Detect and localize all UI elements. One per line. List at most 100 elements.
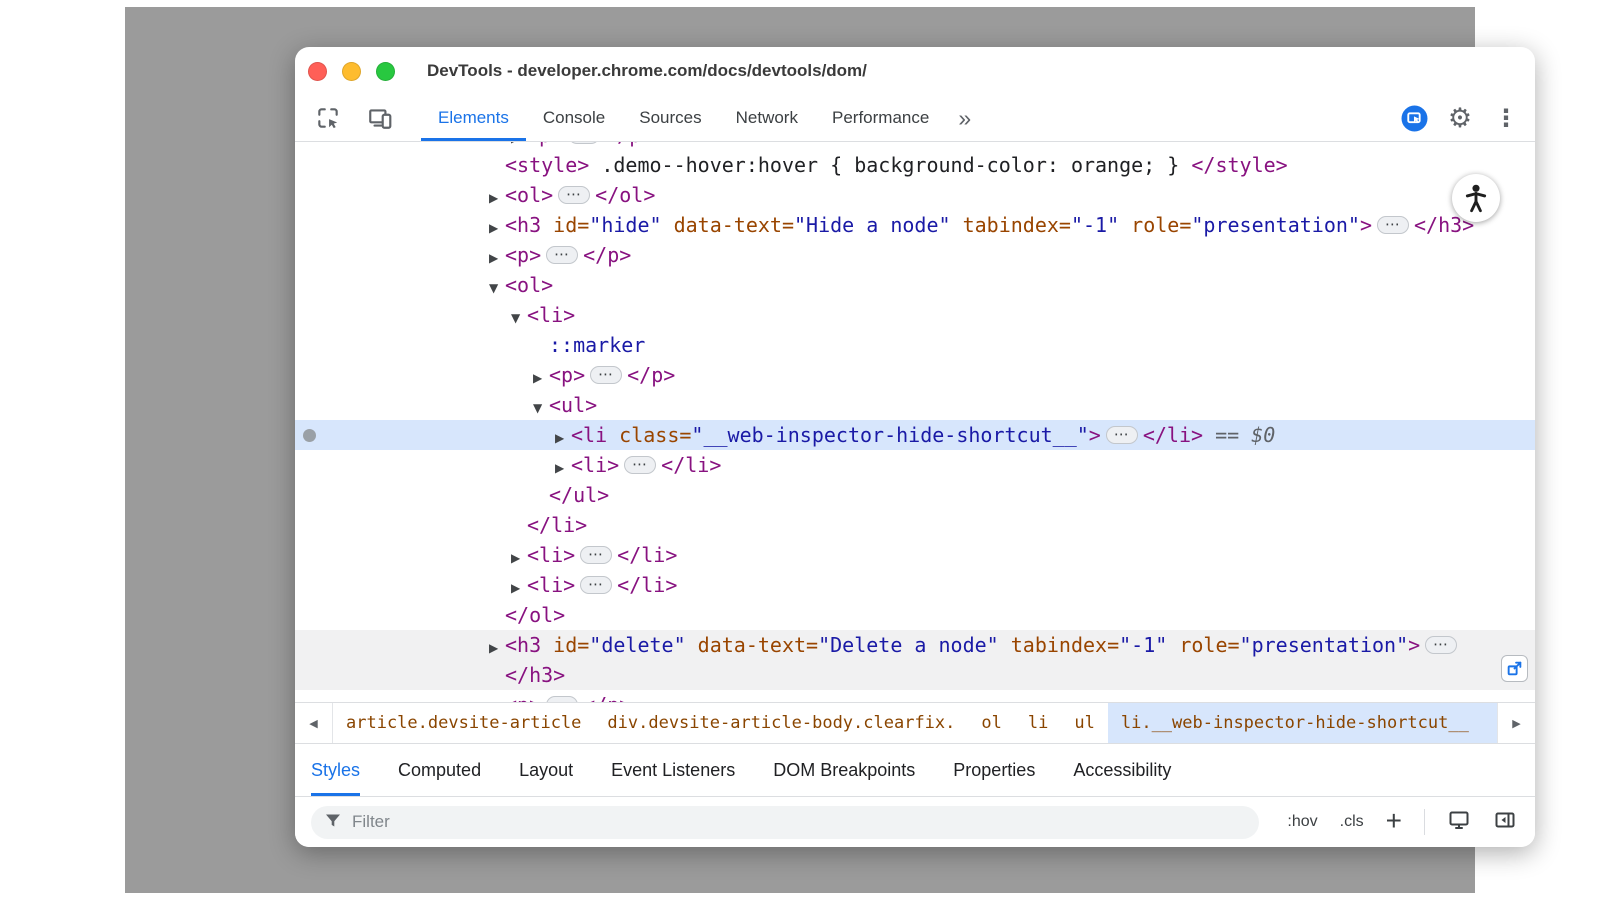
expand-children-ellipsis-button[interactable]: ⋯ bbox=[558, 186, 590, 204]
breadcrumb-item-li-web-inspector-hide-shortcut-[interactable]: li.__web-inspector-hide-shortcut__ bbox=[1108, 703, 1497, 743]
dom-tree-row[interactable]: ▼<ol> bbox=[295, 270, 1535, 300]
code-token-tag: </li> bbox=[617, 543, 677, 567]
expand-children-ellipsis-button[interactable]: ⋯ bbox=[1425, 636, 1457, 654]
breadcrumb-item-ol[interactable]: ol bbox=[968, 703, 1014, 743]
expand-children-ellipsis-button[interactable]: ⋯ bbox=[1377, 216, 1409, 234]
expand-children-ellipsis-button[interactable]: ⋯ bbox=[546, 246, 578, 264]
toggle-element-state-button[interactable]: :hov bbox=[1287, 813, 1317, 831]
dom-tree-row[interactable]: ▶<li>⋯</li> bbox=[295, 450, 1535, 480]
disclosure-expanded-icon[interactable]: ▼ bbox=[533, 393, 549, 423]
pop-out-overlay-icon[interactable] bbox=[1501, 655, 1528, 682]
breadcrumb-list: article.devsite-articlediv.devsite-artic… bbox=[333, 703, 1497, 743]
breadcrumb-scroll-right-icon[interactable]: ▶ bbox=[1497, 703, 1535, 743]
breadcrumb-item-li[interactable]: li bbox=[1015, 703, 1061, 743]
inspect-element-icon[interactable] bbox=[311, 101, 345, 135]
styles-filter-input[interactable] bbox=[352, 812, 1247, 832]
screencast-icon[interactable] bbox=[1397, 101, 1431, 135]
main-toolbar: ElementsConsoleSourcesNetworkPerformance… bbox=[295, 95, 1535, 142]
disclosure-collapsed-icon[interactable]: ▶ bbox=[511, 573, 527, 603]
settings-gear-icon[interactable]: ⚙ bbox=[1443, 101, 1477, 135]
dom-tree-row[interactable]: ▶<ol>⋯</ol> bbox=[295, 180, 1535, 210]
dom-tree-row[interactable]: ▶<p>⋯</p> bbox=[295, 142, 1535, 150]
tab-event-listeners[interactable]: Event Listeners bbox=[611, 744, 735, 796]
dom-tree-row[interactable]: </h3> bbox=[295, 660, 1535, 690]
close-button[interactable] bbox=[308, 62, 327, 81]
dom-tree-row[interactable]: ▼<ul> bbox=[295, 390, 1535, 420]
dom-tree-row[interactable]: ▶<li>⋯</li> bbox=[295, 540, 1535, 570]
disclosure-collapsed-icon[interactable]: ▶ bbox=[489, 693, 505, 702]
code-token-tag: </li> bbox=[661, 453, 721, 477]
code-token-tag: </li> bbox=[527, 513, 587, 537]
sidebar-tabs: Styles Computed Layout Event Listeners DOM B… bbox=[295, 744, 1535, 797]
expand-children-ellipsis-button[interactable]: ⋯ bbox=[1106, 426, 1138, 444]
disclosure-collapsed-icon[interactable]: ▶ bbox=[489, 633, 505, 663]
kebab-menu-icon[interactable]: ⋮ bbox=[1489, 101, 1523, 135]
dom-tree-row[interactable]: ▶<p>⋯</p> bbox=[295, 240, 1535, 270]
breadcrumb-item-article-devsite-article[interactable]: article.devsite-article bbox=[333, 703, 594, 743]
expand-children-ellipsis-button[interactable]: ⋯ bbox=[624, 456, 656, 474]
breadcrumb-item-ul[interactable]: ul bbox=[1061, 703, 1107, 743]
new-style-rule-button[interactable]: + bbox=[1386, 807, 1402, 835]
disclosure-collapsed-icon[interactable]: ▶ bbox=[489, 213, 505, 243]
dom-tree-row[interactable]: ▶<p>⋯</p> bbox=[295, 690, 1535, 702]
disclosure-collapsed-icon[interactable]: ▶ bbox=[489, 243, 505, 273]
dom-tree-row[interactable]: <style> .demo--hover:hover { background-… bbox=[295, 150, 1535, 180]
dom-tree-row[interactable]: ▶<p>⋯</p> bbox=[295, 360, 1535, 390]
styles-filter-bar: :hov .cls + bbox=[295, 797, 1535, 847]
code-token-tag: <h3 bbox=[505, 633, 541, 657]
disclosure-collapsed-icon[interactable]: ▶ bbox=[489, 183, 505, 213]
code-token-tag: </style> bbox=[1191, 153, 1287, 177]
code-token-pseudo: ::marker bbox=[549, 333, 645, 357]
tab-sources[interactable]: Sources bbox=[622, 95, 718, 141]
dom-tree-row[interactable]: ▶<li class="__web-inspector-hide-shortcu… bbox=[295, 420, 1535, 450]
breadcrumb-item-div-devsite-article-body-clearfix-[interactable]: div.devsite-article-body.clearfix. bbox=[594, 703, 968, 743]
tab-computed[interactable]: Computed bbox=[398, 744, 481, 796]
accessibility-person-icon[interactable] bbox=[1452, 174, 1500, 222]
window-title: DevTools - developer.chrome.com/docs/dev… bbox=[427, 61, 867, 81]
disclosure-expanded-icon[interactable]: ▼ bbox=[511, 303, 527, 333]
disclosure-collapsed-icon[interactable]: ▶ bbox=[555, 423, 571, 453]
tab-accessibility[interactable]: Accessibility bbox=[1073, 744, 1171, 796]
dom-tree-row[interactable]: </li> bbox=[295, 510, 1535, 540]
tab-styles[interactable]: Styles bbox=[311, 744, 360, 796]
expand-children-ellipsis-button[interactable]: ⋯ bbox=[580, 546, 612, 564]
code-token-tag: <h3 bbox=[505, 213, 541, 237]
dom-tree-row[interactable]: ▼<li> bbox=[295, 300, 1535, 330]
code-token-val: "-1" bbox=[1119, 633, 1167, 657]
minimize-button[interactable] bbox=[342, 62, 361, 81]
code-token-tag: > bbox=[1360, 213, 1372, 237]
dom-tree-row[interactable]: ▶<li>⋯</li> bbox=[295, 570, 1535, 600]
expand-children-ellipsis-button[interactable]: ⋯ bbox=[580, 576, 612, 594]
dom-tree-row[interactable]: </ul> bbox=[295, 480, 1535, 510]
tab-console[interactable]: Console bbox=[526, 95, 622, 141]
code-token-attr: data-text= bbox=[662, 213, 794, 237]
more-tabs-chevron-icon[interactable]: » bbox=[946, 95, 983, 141]
dom-tree-row[interactable]: ▶<h3 id="delete" data-text="Delete a nod… bbox=[295, 630, 1535, 660]
element-classes-button[interactable]: .cls bbox=[1340, 813, 1364, 831]
disclosure-expanded-icon[interactable]: ▼ bbox=[489, 273, 505, 303]
breadcrumb-scroll-left-icon[interactable]: ◀ bbox=[295, 703, 333, 743]
disclosure-collapsed-icon[interactable]: ▶ bbox=[511, 543, 527, 573]
tab-network[interactable]: Network bbox=[719, 95, 815, 141]
expand-children-ellipsis-button[interactable]: ⋯ bbox=[568, 142, 600, 144]
tab-layout[interactable]: Layout bbox=[519, 744, 573, 796]
devtools-window: DevTools - developer.chrome.com/docs/dev… bbox=[295, 47, 1535, 847]
disclosure-collapsed-icon[interactable]: ▶ bbox=[533, 363, 549, 393]
dom-tree-row[interactable]: </ol> bbox=[295, 600, 1535, 630]
dom-tree-row[interactable]: ▶<h3 id="hide" data-text="Hide a node" t… bbox=[295, 210, 1535, 240]
expand-children-ellipsis-button[interactable]: ⋯ bbox=[590, 366, 622, 384]
dom-tree-row[interactable]: ::marker bbox=[295, 330, 1535, 360]
tab-dom-breakpoints[interactable]: DOM Breakpoints bbox=[773, 744, 915, 796]
toolbar-left-icons bbox=[295, 95, 421, 141]
code-token-attr: id= bbox=[541, 213, 589, 237]
tab-elements[interactable]: Elements bbox=[421, 95, 526, 141]
rendering-emulation-icon[interactable] bbox=[1447, 808, 1471, 837]
filter-pill[interactable] bbox=[311, 806, 1259, 839]
tab-performance[interactable]: Performance bbox=[815, 95, 946, 141]
zoom-button[interactable] bbox=[376, 62, 395, 81]
code-token-tag: </p> bbox=[605, 142, 653, 147]
computed-sidebar-toggle-icon[interactable] bbox=[1493, 808, 1517, 837]
disclosure-collapsed-icon[interactable]: ▶ bbox=[555, 453, 571, 483]
tab-properties[interactable]: Properties bbox=[953, 744, 1035, 796]
device-toolbar-icon[interactable] bbox=[363, 101, 397, 135]
